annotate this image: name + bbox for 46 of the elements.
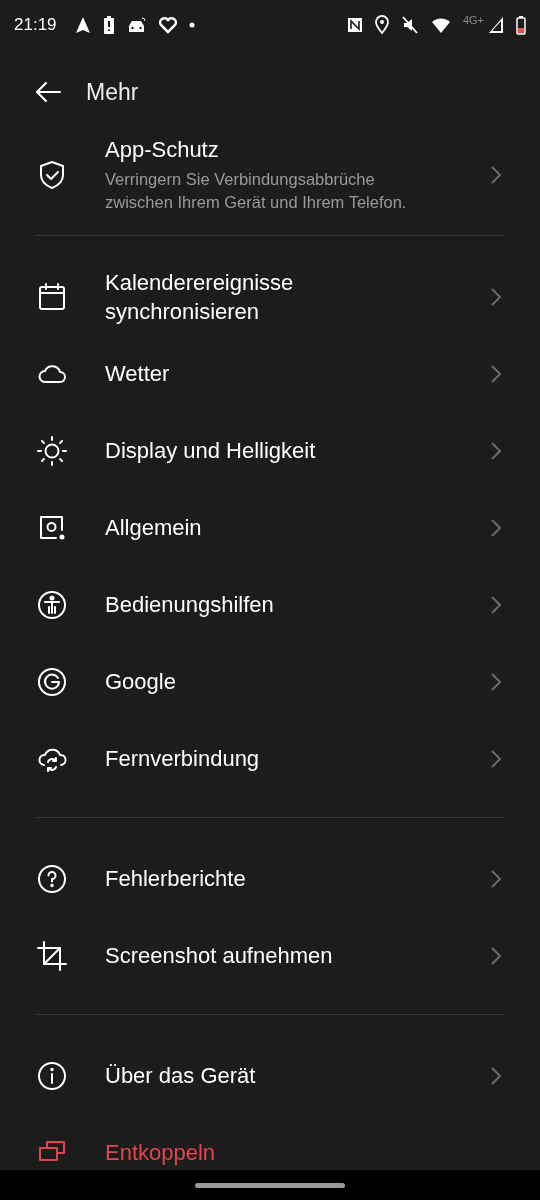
info-icon xyxy=(36,1059,68,1092)
back-arrow-icon[interactable] xyxy=(34,80,62,104)
chevron-icon xyxy=(490,440,502,461)
chevron-icon xyxy=(490,1065,502,1086)
g-circle-icon xyxy=(36,665,68,698)
chevron-icon xyxy=(490,164,502,185)
heart-icon xyxy=(158,15,177,35)
chevron-icon xyxy=(490,868,502,889)
page-title: Mehr xyxy=(86,78,139,106)
muted-icon xyxy=(400,15,419,35)
chevron-icon xyxy=(490,363,502,384)
nfc-icon xyxy=(346,15,363,35)
car-icon xyxy=(126,15,147,35)
navigation-arrow-icon xyxy=(74,15,91,35)
signal-icon xyxy=(488,15,504,35)
item-title[interactable]: Wetter xyxy=(105,359,435,388)
calendar-icon xyxy=(36,280,68,313)
chevron-icon xyxy=(490,286,502,307)
item-title[interactable]: Display und Helligkeit xyxy=(105,436,435,465)
chevron-icon xyxy=(490,671,502,692)
item-title[interactable]: Fehlerberichte xyxy=(105,864,435,893)
wifi-icon xyxy=(430,15,451,35)
network-type: 4G+ xyxy=(462,14,484,26)
sun-icon xyxy=(36,434,68,467)
crop-icon xyxy=(36,939,68,972)
item-title[interactable]: Bedienungshilfen xyxy=(105,590,435,619)
item-title[interactable]: Google xyxy=(105,667,435,696)
home-indicator[interactable] xyxy=(195,1182,345,1188)
battery-alert-icon xyxy=(102,15,115,35)
battery-icon xyxy=(516,15,526,35)
chevron-icon xyxy=(490,517,502,538)
item-title[interactable]: Screenshot aufnehmen xyxy=(105,941,435,970)
location-icon xyxy=(374,15,389,35)
question-circle-icon xyxy=(36,862,68,895)
item-description: Verringern Sie Verbindungsabbrüche zwischen Ihrem Gerät und Ihrem Telefon. xyxy=(105,169,408,213)
chevron-icon xyxy=(490,748,502,769)
item-title[interactable]: Entkoppeln xyxy=(105,1138,435,1167)
chevron-icon xyxy=(490,594,502,615)
item-title[interactable]: Fernverbindung xyxy=(105,744,435,773)
clock-time: 21:19 xyxy=(14,15,57,35)
accessibility-icon xyxy=(36,588,68,621)
item-title[interactable]: App-Schutz xyxy=(105,135,435,164)
item-title[interactable]: Über das Gerät xyxy=(105,1061,435,1090)
item-title[interactable]: Allgemein xyxy=(105,513,435,542)
item-title[interactable]: Kalenderereignisse synchronisieren xyxy=(105,267,435,326)
chevron-icon xyxy=(490,945,502,966)
